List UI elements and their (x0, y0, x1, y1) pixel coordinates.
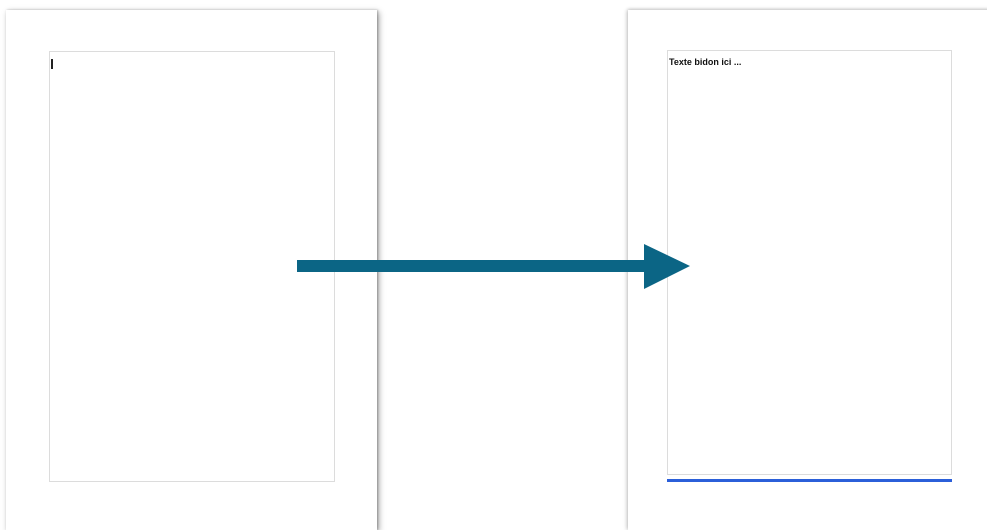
arrow-shaft (297, 260, 657, 272)
arrow-head (644, 244, 690, 289)
document-comparison-view: { "before_page": { "text": "" }, "after_… (0, 0, 987, 530)
right-arrow-icon (297, 244, 690, 289)
